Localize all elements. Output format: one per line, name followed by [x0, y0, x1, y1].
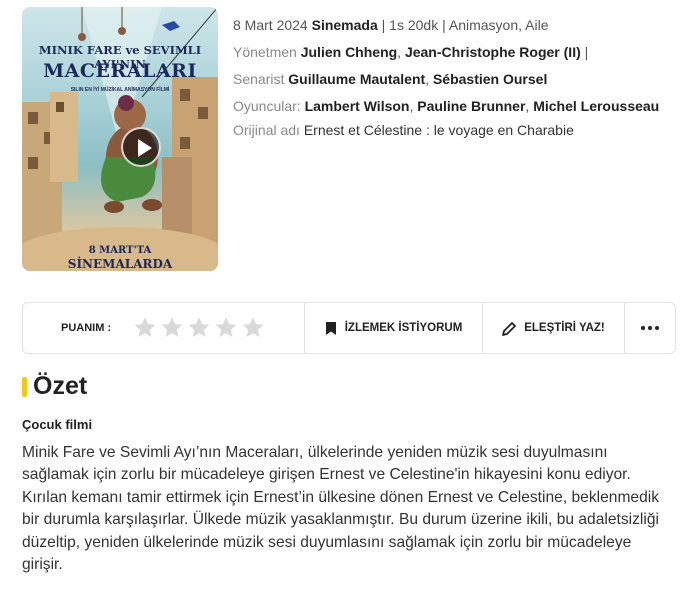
pencil-icon [502, 321, 517, 336]
genres: Animasyon, Aile [448, 17, 549, 33]
write-review-button[interactable]: ELEŞTİRİ YAZ! [483, 303, 625, 353]
director-link[interactable]: Julien Chheng [301, 44, 397, 60]
cast-link[interactable]: Pauline Brunner [417, 98, 525, 114]
cast-row: Oyuncular: Lambert Wilson, Pauline Brunn… [233, 98, 660, 114]
more-options-button[interactable] [625, 303, 675, 353]
writer-link[interactable]: Sébastien Oursel [433, 71, 547, 87]
genre-note: Çocuk filmi [22, 417, 93, 432]
release-date: 8 Mart 2024 [233, 17, 308, 33]
rating-widget: PUANIM : [23, 303, 305, 353]
poster-title-line2: MACERALARI [43, 60, 197, 82]
review-label: ELEŞTİRİ YAZ! [524, 322, 605, 334]
director-row: Yönetmen Julien Chheng, Jean-Christophe … [233, 44, 589, 60]
movie-poster[interactable]: MINIK FARE ve SEVIMLI AYI'NIN MACERALARI… [22, 7, 218, 271]
original-title-row: Orijinal adı Ernest et Célestine : le vo… [233, 117, 673, 144]
poster-date-line2: SİNEMALARDA [67, 257, 173, 271]
star-icon[interactable] [214, 316, 238, 340]
rating-label: PUANIM : [61, 322, 112, 334]
director-link[interactable]: Jean-Christophe Roger (II) [405, 44, 581, 60]
cast-link[interactable]: Michel Lerousseau [533, 98, 659, 114]
director-label: Yönetmen [233, 44, 297, 60]
summary-text: Minik Fare ve Sevimli Ayı’nın Maceraları… [22, 444, 660, 574]
bookmark-icon [325, 321, 336, 335]
movie-info: 8 Mart 2024 Sinemada | 1s 20dk | Animasy… [233, 12, 673, 144]
summary-heading: Özet [22, 372, 87, 401]
original-title-label: Orijinal adı [233, 122, 300, 138]
duration: 1s 20dk [389, 17, 439, 33]
writer-label: Senarist [233, 71, 285, 87]
watchlist-button[interactable]: İZLEMEK İSTİYORUM [305, 303, 483, 353]
more-icon [641, 326, 645, 330]
star-icon[interactable] [187, 316, 211, 340]
poster-tagline: SILIN EN İYİ MÜZİKAL ANİMASYON FİLMİ [70, 87, 170, 93]
rating-stars [133, 316, 265, 340]
release-where[interactable]: Sinemada [312, 17, 378, 33]
cast-link[interactable]: Lambert Wilson [305, 98, 410, 114]
writer-link[interactable]: Guillaume Mautalent [288, 71, 425, 87]
play-trailer-icon[interactable] [121, 127, 161, 167]
poster-date-line1: 8 MART'TA [88, 245, 152, 256]
star-icon[interactable] [160, 316, 184, 340]
watchlist-label: İZLEMEK İSTİYORUM [344, 322, 463, 334]
writer-row: Senarist Guillaume Mautalent, Sébastien … [233, 71, 548, 87]
star-icon[interactable] [133, 316, 157, 340]
action-bar: PUANIM : İZLEMEK İSTİYORUM ELEŞTİRİ YAZ! [22, 302, 676, 354]
star-icon[interactable] [241, 316, 265, 340]
release-info: 8 Mart 2024 Sinemada | 1s 20dk | Animasy… [233, 17, 549, 33]
accent-bar [22, 376, 27, 397]
cast-label: Oyuncular: [233, 98, 301, 114]
summary-title: Özet [33, 372, 88, 400]
original-title: Ernest et Célestine : le voyage en Chara… [303, 122, 574, 138]
